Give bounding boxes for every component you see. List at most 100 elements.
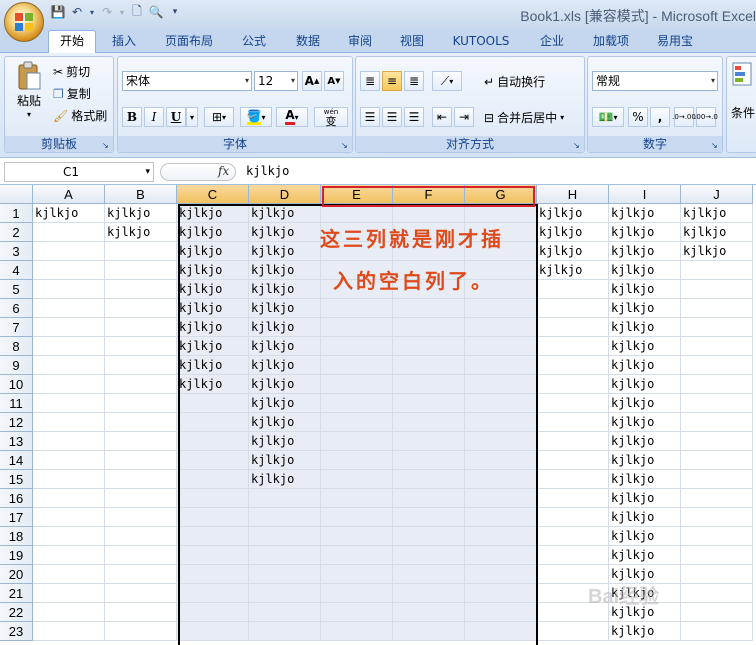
column-header-b[interactable]: B	[105, 185, 177, 204]
cell-j17[interactable]	[681, 508, 753, 527]
row-header-4[interactable]: 4	[0, 261, 33, 280]
cell-g17[interactable]	[465, 508, 537, 527]
undo-dropdown-icon[interactable]: ▾	[88, 4, 96, 20]
cell-f10[interactable]	[393, 375, 465, 394]
cell-a10[interactable]	[33, 375, 105, 394]
cell-j11[interactable]	[681, 394, 753, 413]
cell-b7[interactable]	[105, 318, 177, 337]
cell-c15[interactable]	[177, 470, 249, 489]
cell-f13[interactable]	[393, 432, 465, 451]
cell-h8[interactable]	[537, 337, 609, 356]
cell-d4[interactable]: kjlkjo	[249, 261, 321, 280]
cell-d20[interactable]	[249, 565, 321, 584]
cell-d22[interactable]	[249, 603, 321, 622]
cell-e20[interactable]	[321, 565, 393, 584]
column-header-e[interactable]: E	[321, 185, 393, 204]
cell-b21[interactable]	[105, 584, 177, 603]
merge-center-button[interactable]: ⊟ 合并后居中 ▾	[484, 109, 564, 126]
new-icon[interactable]: 🗋	[129, 4, 145, 20]
tab-view[interactable]: 视图	[392, 31, 432, 51]
cell-g21[interactable]	[465, 584, 537, 603]
cell-e10[interactable]	[321, 375, 393, 394]
cell-h9[interactable]	[537, 356, 609, 375]
column-header-a[interactable]: A	[33, 185, 105, 204]
cell-j9[interactable]	[681, 356, 753, 375]
cell-i8[interactable]: kjlkjo	[609, 337, 681, 356]
row-header-10[interactable]: 10	[0, 375, 33, 394]
tab-insert[interactable]: 插入	[100, 31, 148, 51]
cell-h3[interactable]: kjlkjo	[537, 242, 609, 261]
select-all-corner[interactable]	[0, 185, 33, 204]
cell-a23[interactable]	[33, 622, 105, 641]
align-middle-button[interactable]: ≡	[382, 71, 402, 91]
row-header-9[interactable]: 9	[0, 356, 33, 375]
cell-j4[interactable]	[681, 261, 753, 280]
cell-a3[interactable]	[33, 242, 105, 261]
cell-b5[interactable]	[105, 280, 177, 299]
cell-j10[interactable]	[681, 375, 753, 394]
cell-c4[interactable]: kjlkjo	[177, 261, 249, 280]
cell-j18[interactable]	[681, 527, 753, 546]
cell-h15[interactable]	[537, 470, 609, 489]
cell-e7[interactable]	[321, 318, 393, 337]
cell-c19[interactable]	[177, 546, 249, 565]
cell-h7[interactable]	[537, 318, 609, 337]
cell-b12[interactable]	[105, 413, 177, 432]
cell-e21[interactable]	[321, 584, 393, 603]
cell-a18[interactable]	[33, 527, 105, 546]
cell-c13[interactable]	[177, 432, 249, 451]
cell-e11[interactable]	[321, 394, 393, 413]
customize-icon[interactable]: ▾	[167, 4, 183, 20]
increase-indent-button[interactable]: ⇥	[454, 107, 474, 127]
font-name-combo[interactable]: 宋体 ▾	[122, 71, 252, 91]
tab-data[interactable]: 数据	[286, 31, 330, 51]
cell-b14[interactable]	[105, 451, 177, 470]
bold-button[interactable]: B	[122, 107, 142, 127]
cell-d5[interactable]: kjlkjo	[249, 280, 321, 299]
cell-g11[interactable]	[465, 394, 537, 413]
cell-d16[interactable]	[249, 489, 321, 508]
cell-h10[interactable]	[537, 375, 609, 394]
cell-i15[interactable]: kjlkjo	[609, 470, 681, 489]
cell-g7[interactable]	[465, 318, 537, 337]
cell-b22[interactable]	[105, 603, 177, 622]
row-header-17[interactable]: 17	[0, 508, 33, 527]
cell-e23[interactable]	[321, 622, 393, 641]
cell-g9[interactable]	[465, 356, 537, 375]
row-header-14[interactable]: 14	[0, 451, 33, 470]
cell-h4[interactable]: kjlkjo	[537, 261, 609, 280]
cell-i7[interactable]: kjlkjo	[609, 318, 681, 337]
orientation-button[interactable]: ⟋ ▾	[432, 71, 462, 91]
underline-dropdown[interactable]: ▾	[186, 107, 198, 127]
cell-b2[interactable]: kjlkjo	[105, 223, 177, 242]
cell-b8[interactable]	[105, 337, 177, 356]
tab-page-layout[interactable]: 页面布局	[158, 31, 220, 51]
decrease-decimal-button[interactable]: .00→.0	[694, 107, 718, 127]
tab-review[interactable]: 审阅	[340, 31, 380, 51]
wrap-text-button[interactable]: ↵ 自动换行	[484, 73, 545, 90]
cell-f6[interactable]	[393, 299, 465, 318]
format-painter-button[interactable]: 🖌 格式刷	[53, 107, 107, 124]
cell-f16[interactable]	[393, 489, 465, 508]
cell-d7[interactable]: kjlkjo	[249, 318, 321, 337]
cell-c2[interactable]: kjlkjo	[177, 223, 249, 242]
cell-h12[interactable]	[537, 413, 609, 432]
cell-h23[interactable]	[537, 622, 609, 641]
cell-i11[interactable]: kjlkjo	[609, 394, 681, 413]
column-header-j[interactable]: J	[681, 185, 753, 204]
cell-c5[interactable]: kjlkjo	[177, 280, 249, 299]
cell-i23[interactable]: kjlkjo	[609, 622, 681, 641]
align-bottom-button[interactable]: ≣	[404, 71, 424, 91]
align-left-button[interactable]: ☰	[360, 107, 380, 127]
cell-h16[interactable]	[537, 489, 609, 508]
cell-e22[interactable]	[321, 603, 393, 622]
cell-j15[interactable]	[681, 470, 753, 489]
cell-g1[interactable]	[465, 204, 537, 223]
tab-addins[interactable]: 加载项	[586, 31, 636, 51]
cell-e9[interactable]	[321, 356, 393, 375]
cell-i14[interactable]: kjlkjo	[609, 451, 681, 470]
row-header-23[interactable]: 23	[0, 622, 33, 641]
insert-function-icon[interactable]: fx	[218, 164, 229, 178]
cell-c22[interactable]	[177, 603, 249, 622]
cell-f17[interactable]	[393, 508, 465, 527]
